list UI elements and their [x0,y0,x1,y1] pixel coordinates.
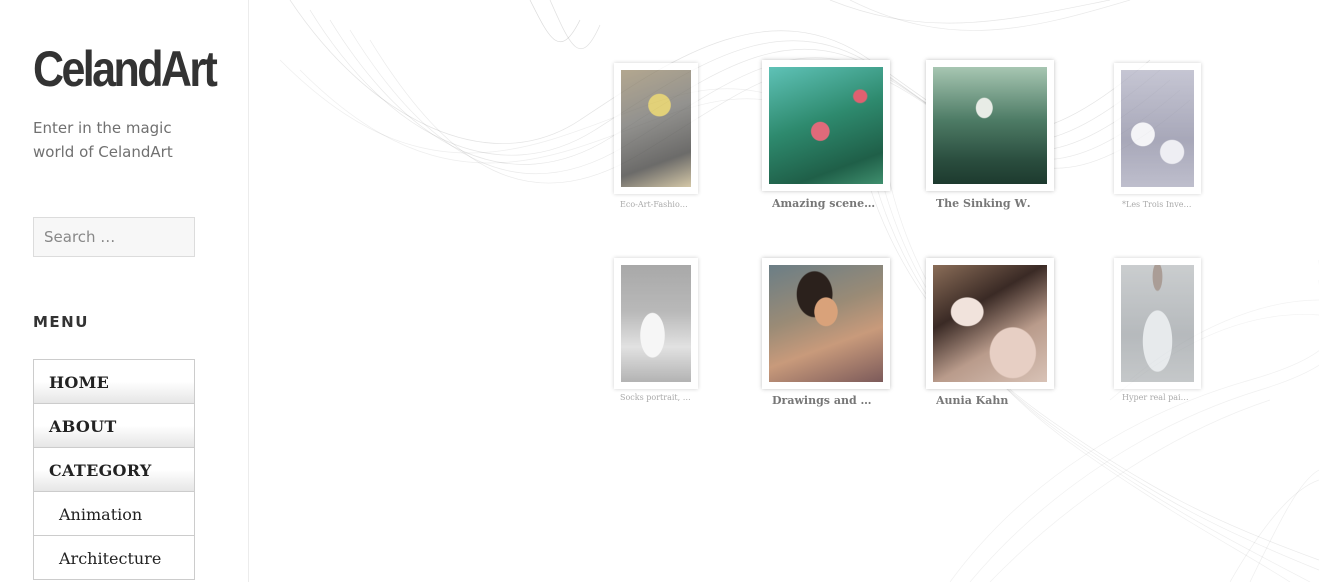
gallery-thumbnail[interactable] [614,63,698,194]
menu-item-animation[interactable]: Animation [33,491,195,536]
menu-item-label: CATEGORY [49,461,152,480]
gallery-caption[interactable]: Eco-Art-Fashio… [620,200,700,209]
artwork-image [621,70,691,187]
gallery-thumbnail[interactable] [762,60,890,191]
gallery-thumbnail[interactable] [762,258,890,389]
gallery-thumbnail[interactable] [1114,63,1201,194]
gallery-caption[interactable]: Socks portrait, … [620,393,700,402]
search-input[interactable] [33,217,195,257]
gallery-thumbnail[interactable] [926,258,1054,389]
artwork-image [933,265,1047,382]
menu-item-architecture[interactable]: Architecture [33,535,195,580]
artwork-image [933,67,1047,184]
gallery-caption[interactable]: Drawings and … [772,394,877,407]
gallery-caption[interactable]: *Les Trois Inve… [1122,200,1202,209]
gallery-caption[interactable]: Hyper real pai… [1122,393,1202,402]
artwork-image [769,67,883,184]
menu-item-label: Animation [59,505,143,524]
gallery-thumbnail[interactable] [1114,258,1201,389]
menu-item-label: ABOUT [49,417,117,436]
menu-item-about[interactable]: ABOUT [33,403,195,448]
gallery-thumbnail[interactable] [614,258,698,389]
artwork-image [621,265,691,382]
gallery-caption[interactable]: Amazing scene… [772,197,877,210]
gallery-thumbnail[interactable] [926,60,1054,191]
site-description: Enter in the magic world of CelandArt [33,119,173,161]
artwork-image [1121,70,1194,187]
artwork-image [1121,265,1194,382]
main-menu: HOME ABOUT CATEGORY Animation Architectu… [33,359,195,580]
gallery-caption[interactable]: Aunia Kahn [936,394,1031,407]
menu-heading: MENU [33,313,89,331]
sidebar: CelandArt Enter in the magic world of Ce… [0,0,249,582]
site-title[interactable]: CelandArt [33,40,218,98]
gallery-area: Eco-Art-Fashio… Amazing scene… The Sinki… [250,0,1319,582]
menu-item-home[interactable]: HOME [33,359,195,404]
artwork-image [769,265,883,382]
menu-item-category[interactable]: CATEGORY [33,447,195,492]
gallery-caption[interactable]: The Sinking W… [936,197,1031,210]
menu-item-label: Architecture [59,549,162,568]
menu-item-label: HOME [49,373,110,392]
